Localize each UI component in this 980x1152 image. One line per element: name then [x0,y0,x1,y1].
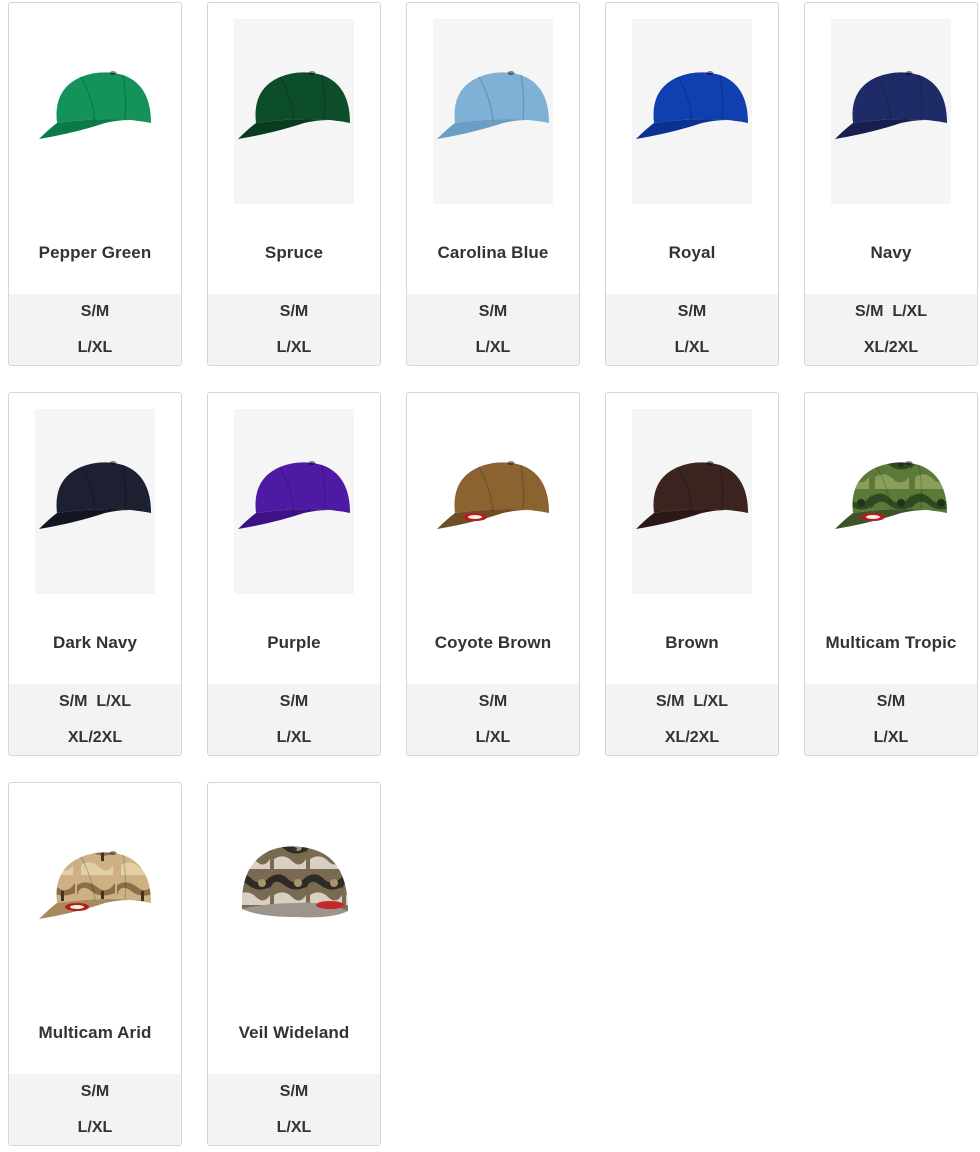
size-row: S/M L/XL [59,693,131,710]
size-row: S/M L/XL [855,303,927,320]
size-row: S/M [80,303,110,320]
cap-image-carolina-blue [433,19,553,204]
cap-image-veil-wideland [234,799,354,984]
size-row: S/M [876,693,906,710]
cap-image-navy [831,19,951,204]
size-options: S/M L/XL [9,1074,181,1145]
size-row: S/M L/XL [656,693,728,710]
size-row: XL/2XL [863,339,919,356]
size-options: S/M L/XL [805,684,977,755]
cap-image-purple [234,409,354,594]
cap-image-pepper-green [35,19,155,204]
size-row: L/XL [276,1119,312,1136]
cap-image-dark-navy [35,409,155,594]
size-options: S/M L/XL [208,294,380,365]
product-card-dark-navy[interactable]: Dark Navy S/M L/XL XL/2XL [8,392,182,756]
size-row: S/M [279,303,309,320]
size-row: L/XL [475,339,511,356]
size-row: S/M [279,693,309,710]
product-card-brown[interactable]: Brown S/M L/XL XL/2XL [605,392,779,756]
cap-image-multicam-arid [35,799,155,984]
size-options: S/M L/XL XL/2XL [9,684,181,755]
size-row: S/M [80,1083,110,1100]
size-row: S/M [478,693,508,710]
size-options: S/M L/XL [9,294,181,365]
size-options: S/M L/XL [606,294,778,365]
size-row: S/M [677,303,707,320]
product-name: Coyote Brown [434,633,552,652]
product-name: Multicam Arid [38,1023,152,1042]
size-row: S/M [478,303,508,320]
product-card-multicam-tropic[interactable]: Multicam Tropic S/M L/XL [804,392,978,756]
cap-image-brown [632,409,752,594]
cap-image-royal [632,19,752,204]
product-name: Spruce [264,243,324,262]
product-card-coyote-brown[interactable]: Coyote Brown S/M L/XL [406,392,580,756]
size-row: XL/2XL [67,729,123,746]
size-row: L/XL [276,339,312,356]
product-name: Navy [870,243,912,262]
size-row: L/XL [77,339,113,356]
size-options: S/M L/XL [407,294,579,365]
product-name: Brown [665,633,719,652]
size-row: XL/2XL [664,729,720,746]
product-card-multicam-arid[interactable]: Multicam Arid S/M L/XL [8,782,182,1146]
cap-image-coyote-brown [433,409,553,594]
product-card-navy[interactable]: Navy S/M L/XL XL/2XL [804,2,978,366]
size-options: S/M L/XL XL/2XL [805,294,977,365]
product-card-pepper-green[interactable]: Pepper Green S/M L/XL [8,2,182,366]
size-row: S/M [279,1083,309,1100]
product-name: Royal [668,243,716,262]
cap-image-spruce [234,19,354,204]
size-row: L/XL [77,1119,113,1136]
product-name: Veil Wideland [238,1023,350,1042]
size-options: S/M L/XL XL/2XL [606,684,778,755]
cap-image-multicam-tropic [831,409,951,594]
size-options: S/M L/XL [208,1074,380,1145]
size-row: L/XL [475,729,511,746]
product-card-purple[interactable]: Purple S/M L/XL [207,392,381,756]
product-card-spruce[interactable]: Spruce S/M L/XL [207,2,381,366]
product-card-royal[interactable]: Royal S/M L/XL [605,2,779,366]
product-card-veil-wideland[interactable]: Veil Wideland S/M L/XL [207,782,381,1146]
product-card-carolina-blue[interactable]: Carolina Blue S/M L/XL [406,2,580,366]
product-name: Purple [267,633,321,652]
size-options: S/M L/XL [208,684,380,755]
product-name: Multicam Tropic [825,633,957,652]
product-name: Pepper Green [38,243,152,262]
product-name: Carolina Blue [437,243,549,262]
size-row: L/XL [674,339,710,356]
size-options: S/M L/XL [407,684,579,755]
size-row: L/XL [276,729,312,746]
size-row: L/XL [873,729,909,746]
product-name: Dark Navy [52,633,138,652]
